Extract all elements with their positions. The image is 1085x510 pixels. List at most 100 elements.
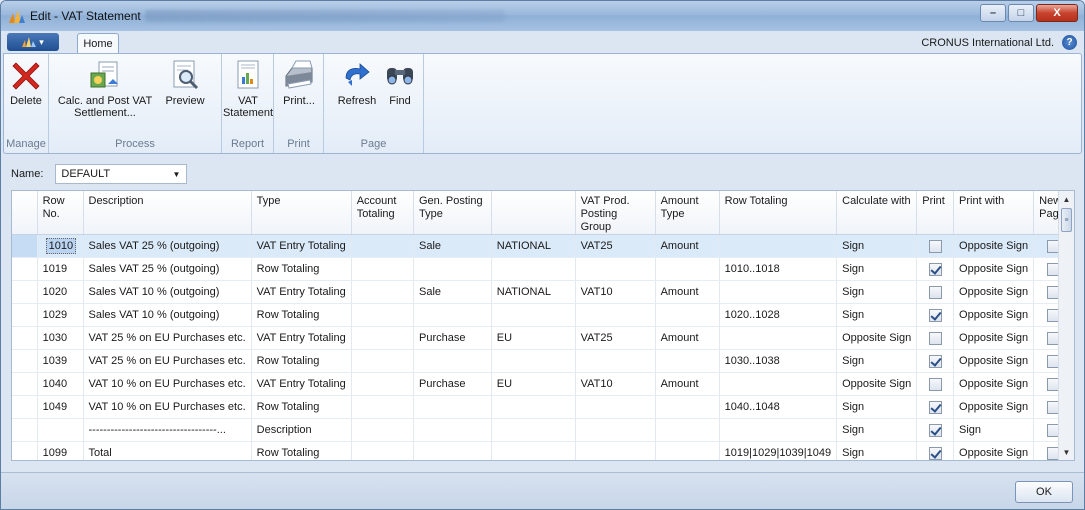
cell-calculate-with[interactable]: Sign	[836, 418, 918, 442]
cell-amount-type[interactable]	[655, 349, 720, 373]
cell-description[interactable]: Sales VAT 25 % (outgoing)	[83, 234, 252, 258]
cell-row-totaling[interactable]: 1019|1029|1039|1049	[719, 441, 838, 460]
scroll-thumb[interactable]: ≡	[1061, 208, 1072, 232]
cell-amount-type[interactable]: Amount	[655, 326, 720, 350]
cell-description[interactable]: Sales VAT 10 % (outgoing)	[83, 280, 252, 304]
cell-amount-type[interactable]	[655, 418, 720, 442]
cell-account-totaling[interactable]	[351, 418, 415, 442]
col-header-row-no[interactable]: Row No.	[37, 191, 84, 235]
cell-amount-type[interactable]	[655, 441, 720, 460]
cell-vat-prod-posting-group[interactable]	[575, 441, 656, 460]
cell-print-with[interactable]: Sign	[953, 418, 1035, 442]
cell-account-totaling[interactable]	[351, 303, 415, 327]
cell-type[interactable]: Row Totaling	[251, 257, 352, 281]
cell-bus-posting-group[interactable]	[491, 418, 576, 442]
cell-print-with[interactable]: Opposite Sign	[953, 349, 1035, 373]
refresh-button[interactable]: Refresh	[334, 58, 380, 107]
cell-type[interactable]: VAT Entry Totaling	[251, 372, 352, 396]
cell-row-no[interactable]: 1030	[37, 326, 84, 350]
cell-gen-posting-type[interactable]: Purchase	[413, 326, 492, 350]
cell-type[interactable]: VAT Entry Totaling	[251, 280, 352, 304]
cell-gen-posting-type[interactable]: Sale	[413, 280, 492, 304]
print-checkbox[interactable]	[928, 423, 942, 437]
cell-row-totaling[interactable]: 1010..1018	[719, 257, 838, 281]
print-checkbox[interactable]	[928, 354, 942, 368]
cell-gen-posting-type[interactable]	[413, 257, 492, 281]
table-row[interactable]: 1099 Total Row Totaling 1019|1029|1039|1049…	[12, 441, 1074, 460]
cell-row-totaling[interactable]	[719, 372, 838, 396]
cell-print-with[interactable]: Opposite Sign	[953, 395, 1035, 419]
close-button[interactable]: X	[1036, 4, 1078, 22]
cell-print-with[interactable]: Opposite Sign	[953, 234, 1035, 258]
col-header-calculate-with[interactable]: Calculate with	[836, 191, 918, 235]
cell-gen-posting-type[interactable]	[413, 441, 492, 460]
row-selector[interactable]	[12, 441, 38, 460]
cell-account-totaling[interactable]	[351, 395, 415, 419]
cell-gen-posting-type[interactable]: Purchase	[413, 372, 492, 396]
cell-amount-type[interactable]: Amount	[655, 234, 720, 258]
print-button[interactable]: Print...	[280, 58, 318, 107]
calc-post-vat-button[interactable]: Calc. and Post VAT Settlement...	[55, 58, 155, 119]
row-selector[interactable]	[12, 326, 38, 350]
cell-bus-posting-group[interactable]	[491, 395, 576, 419]
col-header-description[interactable]: Description	[83, 191, 252, 235]
cell-vat-prod-posting-group[interactable]	[575, 349, 656, 373]
cell-type[interactable]: VAT Entry Totaling	[251, 326, 352, 350]
cell-row-no[interactable]: 1019	[37, 257, 84, 281]
cell-row-totaling[interactable]	[719, 326, 838, 350]
cell-row-totaling[interactable]: 1020..1028	[719, 303, 838, 327]
cell-gen-posting-type[interactable]	[413, 395, 492, 419]
scroll-up-icon[interactable]: ▲	[1059, 191, 1074, 207]
cell-description[interactable]: VAT 25 % on EU Purchases etc.	[83, 349, 252, 373]
cell-calculate-with[interactable]: Opposite Sign	[836, 372, 918, 396]
table-row[interactable]: 1029 Sales VAT 10 % (outgoing) Row Totalin…	[12, 303, 1074, 327]
cell-type[interactable]: Description	[251, 418, 352, 442]
col-header-vat-prod-posting-group[interactable]: VAT Prod. Posting Group	[575, 191, 656, 235]
cell-calculate-with[interactable]: Sign	[836, 441, 918, 460]
cell-row-no[interactable]: 1040	[37, 372, 84, 396]
cell-gen-posting-type[interactable]	[413, 303, 492, 327]
cell-calculate-with[interactable]: Sign	[836, 303, 918, 327]
row-selector[interactable]	[12, 303, 38, 327]
cell-vat-prod-posting-group[interactable]	[575, 418, 656, 442]
cell-row-totaling[interactable]: 1040..1048	[719, 395, 838, 419]
cell-print-with[interactable]: Opposite Sign	[953, 372, 1035, 396]
col-header-type[interactable]: Type	[251, 191, 352, 235]
cell-account-totaling[interactable]	[351, 257, 415, 281]
cell-calculate-with[interactable]: Sign	[836, 349, 918, 373]
cell-calculate-with[interactable]: Sign	[836, 234, 918, 258]
cell-bus-posting-group[interactable]: EU	[491, 372, 576, 396]
cell-description[interactable]: VAT 25 % on EU Purchases etc.	[83, 326, 252, 350]
print-checkbox[interactable]	[928, 308, 942, 322]
cell-bus-posting-group[interactable]: NATIONAL	[491, 280, 576, 304]
cell-calculate-with[interactable]: Opposite Sign	[836, 326, 918, 350]
name-dropdown[interactable]: DEFAULT ▼	[55, 164, 188, 184]
cell-description[interactable]: VAT 10 % on EU Purchases etc.	[83, 395, 252, 419]
print-checkbox[interactable]	[928, 239, 942, 253]
cell-bus-posting-group[interactable]	[491, 303, 576, 327]
cell-row-no[interactable]: 1039	[37, 349, 84, 373]
print-checkbox[interactable]	[928, 285, 942, 299]
minimize-button[interactable]: –	[980, 4, 1006, 22]
cell-description[interactable]: -----------------------------------...	[83, 418, 252, 442]
col-header-print-with[interactable]: Print with	[953, 191, 1035, 235]
cell-print-with[interactable]: Opposite Sign	[953, 441, 1035, 460]
cell-vat-prod-posting-group[interactable]	[575, 257, 656, 281]
cell-row-no[interactable]: 1020	[37, 280, 84, 304]
cell-bus-posting-group[interactable]: NATIONAL	[491, 234, 576, 258]
table-row[interactable]: -----------------------------------... De…	[12, 418, 1074, 442]
cell-amount-type[interactable]: Amount	[655, 280, 720, 304]
cell-type[interactable]: VAT Entry Totaling	[251, 234, 352, 258]
ok-button[interactable]: OK	[1015, 481, 1073, 503]
cell-row-totaling[interactable]	[719, 418, 838, 442]
cell-row-totaling[interactable]	[719, 234, 838, 258]
cell-account-totaling[interactable]	[351, 441, 415, 460]
cell-type[interactable]: Row Totaling	[251, 303, 352, 327]
vertical-scrollbar[interactable]: ▲ ≡ ▼	[1058, 191, 1074, 460]
vat-statement-report-button[interactable]: VAT Statement	[223, 58, 273, 119]
table-row[interactable]: 1040 VAT 10 % on EU Purchases etc. VAT Ent…	[12, 372, 1074, 396]
cell-vat-prod-posting-group[interactable]	[575, 303, 656, 327]
col-header-bus-posting-group[interactable]	[491, 191, 576, 235]
table-row[interactable]: 1049 VAT 10 % on EU Purchases etc. Row Tot…	[12, 395, 1074, 419]
cell-amount-type[interactable]	[655, 257, 720, 281]
